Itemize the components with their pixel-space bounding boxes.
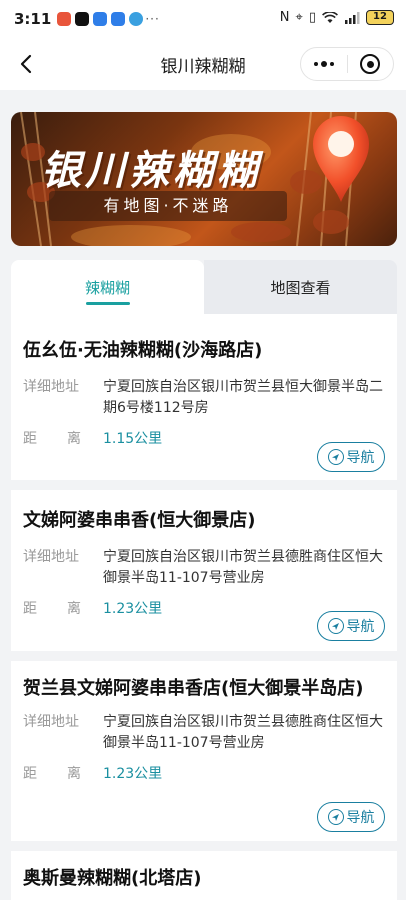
store-name: 文娣阿婆串串香(恒大御景店) <box>23 510 256 531</box>
address-label: 详细地址 <box>23 379 79 395</box>
tab-label: 地图查看 <box>270 278 331 297</box>
active-tab-indicator <box>85 302 130 305</box>
distance-value: 1.23公里 <box>103 601 163 617</box>
close-target-icon <box>360 54 381 74</box>
address-value: 宁夏回族自治区银川市贺兰县德胜商住区恒大御景半岛11-107号营业房 <box>103 714 383 751</box>
store-card[interactable]: 伍幺伍·无油辣糊糊(沙海路店) 详细地址 宁夏回族自治区银川市贺兰县恒大御景半岛… <box>11 338 397 450</box>
distance-label: 距离 <box>23 431 81 447</box>
address-row: 详细地址 宁夏回族自治区银川市贺兰县德胜商住区恒大御景半岛11-107号营业房 <box>23 547 385 589</box>
navigate-button[interactable]: 导航 <box>317 442 385 472</box>
store-card[interactable]: 奥斯曼辣糊糊(北塔店) <box>11 866 397 892</box>
address-value: 宁夏回族自治区银川市贺兰县恒大御景半岛二期6号楼112号房 <box>103 379 383 416</box>
app-notification-icon <box>129 12 144 26</box>
store-list[interactable]: 伍幺伍·无油辣糊糊(沙海路店) 详细地址 宁夏回族自治区银川市贺兰县恒大御景半岛… <box>11 314 397 900</box>
navigate-button[interactable]: 导航 <box>317 611 385 641</box>
store-name: 贺兰县文娣阿婆串串香店(恒大御景半岛店) <box>23 678 364 699</box>
store-name: 伍幺伍·无油辣糊糊(沙海路店) <box>23 340 263 361</box>
card-separator <box>11 651 397 661</box>
tab-latanghu[interactable]: 辣糊糊 <box>11 260 204 314</box>
close-mini-program-button[interactable] <box>348 48 394 80</box>
app-notification-icon <box>57 12 72 26</box>
address-row: 详细地址 宁夏回族自治区银川市贺兰县恒大御景半岛二期6号楼112号房 <box>23 377 385 419</box>
address-value: 宁夏回族自治区银川市贺兰县德胜商住区恒大御景半岛11-107号营业房 <box>103 549 383 586</box>
address-label: 详细地址 <box>23 549 79 565</box>
navigate-icon <box>327 809 344 825</box>
distance-label: 距离 <box>23 601 81 617</box>
status-time: 3:11 <box>14 10 52 28</box>
store-card[interactable]: 文娣阿婆串串香(恒大御景店) 详细地址 宁夏回族自治区银川市贺兰县德胜商住区恒大… <box>11 508 397 620</box>
more-dots-icon <box>313 61 334 67</box>
navigate-button[interactable]: 导航 <box>317 802 385 832</box>
card-separator <box>11 480 397 490</box>
tab-bar: 辣糊糊 地图查看 <box>11 260 397 314</box>
navigate-label: 导航 <box>346 619 375 635</box>
status-bar: 3:11 ··· N ⌖ ▯ 12 <box>0 0 406 38</box>
wifi-icon <box>322 11 338 23</box>
app-notification-icon <box>111 12 126 26</box>
distance-value: 1.23公里 <box>103 766 163 782</box>
distance-value: 1.15公里 <box>103 431 163 447</box>
location-icon: ⌖ <box>295 10 303 25</box>
more-button[interactable] <box>301 48 347 80</box>
signal-icon <box>345 11 360 24</box>
tiktok-icon <box>75 12 90 26</box>
battery-icon: 12 <box>366 10 394 25</box>
app-notification-icon <box>93 12 108 26</box>
banner: 银川辣糊糊 有地图·不迷路 <box>11 112 397 246</box>
nav-bar: 银川辣糊糊 <box>0 38 406 90</box>
distance-row: 距离 1.23公里 <box>23 764 385 785</box>
banner-title: 银川辣糊糊 <box>41 147 261 194</box>
navigate-icon <box>327 449 344 465</box>
address-label: 详细地址 <box>23 714 79 730</box>
store-card[interactable]: 贺兰县文娣阿婆串串香店(恒大御景半岛店) 详细地址 宁夏回族自治区银川市贺兰县德… <box>11 676 397 785</box>
banner-slogan: 有地图·不迷路 <box>49 191 287 221</box>
navigate-label: 导航 <box>346 450 375 466</box>
status-app-icons <box>57 12 144 26</box>
vibrate-icon: ▯ <box>308 10 316 25</box>
card-separator <box>11 841 397 851</box>
mini-program-capsule <box>300 47 394 81</box>
tab-map-view[interactable]: 地图查看 <box>204 260 397 314</box>
address-row: 详细地址 宁夏回族自治区银川市贺兰县德胜商住区恒大御景半岛11-107号营业房 <box>23 712 385 754</box>
navigate-label: 导航 <box>346 810 375 826</box>
status-more-icon: ··· <box>145 12 160 26</box>
nfc-icon: N <box>279 10 290 25</box>
store-name: 奥斯曼辣糊糊(北塔店) <box>23 868 202 889</box>
navigate-icon <box>327 618 344 634</box>
tab-label: 辣糊糊 <box>84 278 130 297</box>
distance-label: 距离 <box>23 766 81 782</box>
status-right-icons: N ⌖ ▯ 12 <box>280 10 394 25</box>
map-pin-icon <box>313 116 369 202</box>
